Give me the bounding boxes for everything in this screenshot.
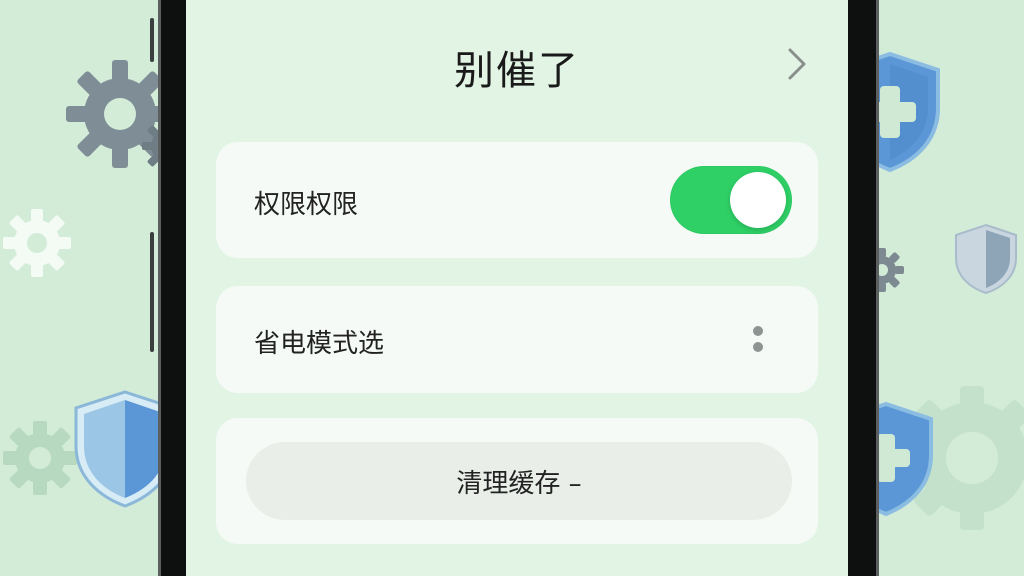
power-mode-card[interactable]: 省电模式选	[216, 286, 818, 393]
chevron-right-icon[interactable]	[782, 44, 812, 84]
phone-frame-right	[848, 0, 879, 576]
permission-card: 权限权限	[216, 142, 818, 258]
clear-cache-card: 清理缓存 –	[216, 418, 818, 544]
gear-icon	[3, 421, 77, 495]
permission-toggle[interactable]	[670, 166, 792, 234]
clear-cache-button[interactable]: 清理缓存 –	[246, 442, 792, 520]
permission-label: 权限权限	[254, 190, 359, 220]
power-mode-label: 省电模式选	[254, 329, 385, 359]
more-vertical-icon[interactable]	[746, 324, 770, 358]
phone-frame-left	[158, 0, 189, 576]
gear-icon	[3, 209, 71, 277]
page-title: 别催了	[454, 48, 580, 94]
phone-side-button	[150, 232, 154, 352]
shield-icon	[955, 223, 1017, 295]
phone-side-button	[150, 18, 154, 62]
phone-screen: 别催了 权限权限 省电模式选 清理缓存 –	[186, 0, 848, 576]
toggle-knob	[730, 172, 786, 228]
